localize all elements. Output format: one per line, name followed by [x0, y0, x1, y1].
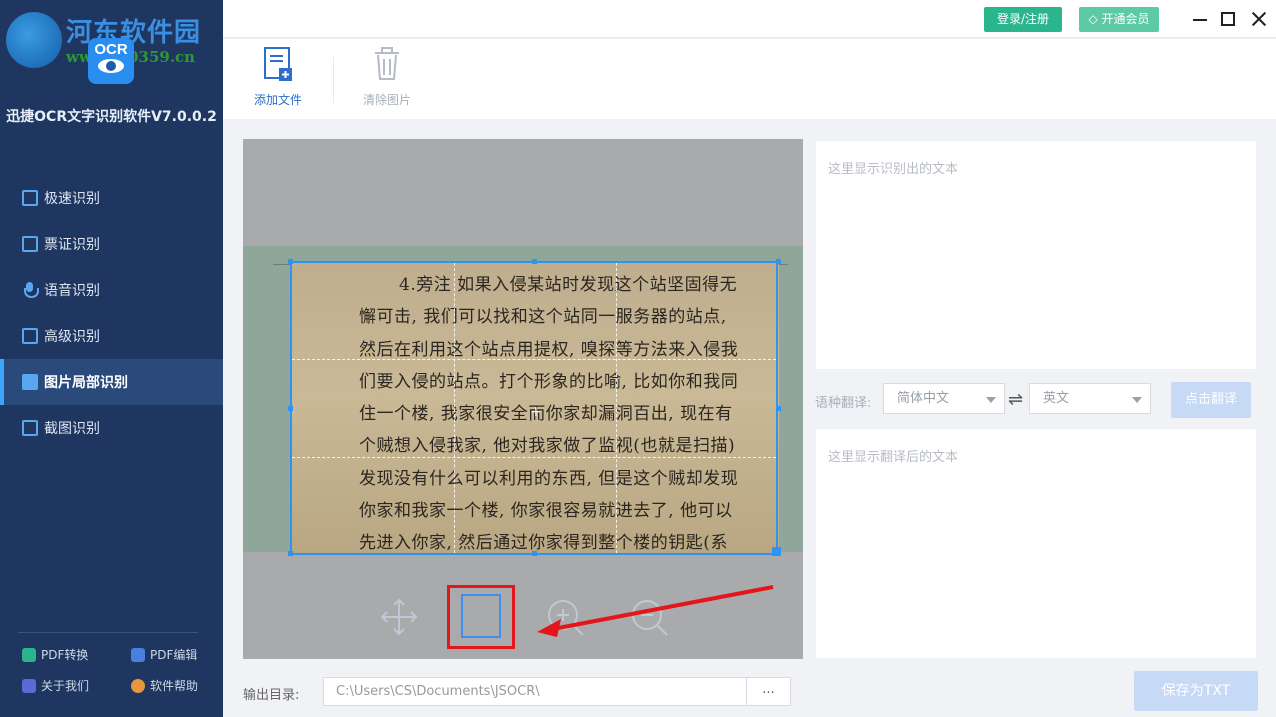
vip-button[interactable]: ◇ 开通会员 — [1079, 7, 1159, 32]
close-button[interactable] — [1250, 10, 1268, 28]
toolbar-divider — [333, 57, 334, 103]
resize-handle[interactable] — [776, 406, 781, 411]
pdf-edit-icon — [131, 647, 145, 662]
annotation-arrow — [537, 585, 774, 637]
nav-item-ticket[interactable]: 票证识别 — [0, 221, 223, 267]
add-file-label: 添加文件 — [253, 93, 302, 107]
output-dir-label: 输出目录: — [243, 688, 300, 703]
nav-item-image-partial[interactable]: 图片局部识别 — [0, 359, 223, 405]
title-bar: 登录/注册 ◇ 开通会员 — [223, 0, 1276, 38]
chevron-down-icon — [1132, 397, 1142, 403]
source-language-select[interactable]: 简体中文 — [883, 383, 1005, 414]
maximize-button[interactable] — [1221, 12, 1235, 26]
vip-label: 开通会员 — [1101, 12, 1150, 26]
resize-handle[interactable] — [772, 547, 781, 556]
sidebar: 河东软件园 www.pc0359.cn OCR 迅捷OCR文字识别软件V7.0.… — [0, 0, 223, 717]
pdf-convert-link[interactable]: PDF转换 — [22, 646, 88, 663]
resize-handle[interactable] — [288, 259, 293, 264]
grid-line — [292, 457, 776, 458]
save-txt-button[interactable]: 保存为TXT — [1134, 671, 1258, 711]
minimize-button[interactable] — [1191, 10, 1209, 28]
swap-icon[interactable]: ⇌ — [1008, 389, 1023, 410]
app-logo: OCR — [88, 38, 134, 84]
footer-label: PDF编辑 — [150, 648, 198, 662]
clear-image-button[interactable]: 清除图片 — [352, 47, 422, 108]
crop-tool-highlight[interactable] — [447, 585, 515, 649]
chevron-down-icon — [986, 397, 996, 403]
about-icon — [22, 678, 36, 693]
image-preview-panel[interactable]: 4.旁注 如果入侵某站时发现这个站坚固得无 懈可击, 我们可以找和这个站同一服务… — [243, 139, 803, 659]
image-icon — [22, 374, 38, 390]
footer-label: 软件帮助 — [150, 679, 199, 693]
footer-label: PDF转换 — [41, 648, 89, 662]
add-file-button[interactable]: 添加文件 — [243, 47, 313, 108]
microphone-icon — [22, 282, 39, 298]
nav-label: 语音识别 — [44, 283, 100, 299]
grid-line — [616, 263, 617, 553]
eye-icon — [98, 59, 124, 73]
sidebar-nav: 极速识别 票证识别 语音识别 高级识别 图片局部识别 截图识别 — [0, 175, 223, 451]
source-language-value: 简体中文 — [897, 391, 950, 406]
nav-item-screenshot[interactable]: 截图识别 — [0, 405, 223, 451]
toolbar: 添加文件 清除图片 — [223, 39, 1276, 119]
app-name: 迅捷OCR文字识别软件V7.0.0.2 — [6, 109, 217, 125]
resize-handle[interactable] — [776, 259, 781, 264]
sidebar-divider — [18, 632, 198, 633]
help-link[interactable]: 软件帮助 — [131, 677, 198, 694]
translate-button[interactable]: 点击翻译 — [1171, 382, 1251, 418]
nav-label: 票证识别 — [44, 237, 100, 253]
crop-icon — [461, 594, 501, 638]
translate-label: 语种翻译: — [815, 396, 872, 411]
resize-handle[interactable] — [288, 406, 293, 411]
nav-item-fast[interactable]: 极速识别 — [0, 175, 223, 221]
add-file-icon — [264, 47, 292, 81]
login-button[interactable]: 登录/注册 — [984, 7, 1062, 32]
nav-item-advanced[interactable]: 高级识别 — [0, 313, 223, 359]
nav-label: 极速识别 — [44, 191, 100, 207]
nav-label: 图片局部识别 — [44, 375, 128, 391]
resize-handle[interactable] — [288, 551, 293, 556]
screenshot-icon — [22, 420, 38, 436]
fast-recognize-icon — [22, 190, 38, 206]
app-logo-text: OCR — [94, 41, 128, 58]
resize-handle[interactable] — [532, 551, 537, 556]
resize-handle[interactable] — [532, 259, 537, 264]
grid-line — [292, 359, 776, 360]
crosshair-icon: + — [530, 404, 542, 420]
browse-button[interactable]: ... — [746, 677, 791, 706]
diamond-icon: ◇ — [1088, 12, 1098, 26]
trash-icon — [375, 47, 399, 80]
clear-image-label: 清除图片 — [362, 93, 411, 107]
move-icon[interactable] — [377, 595, 421, 639]
target-language-select[interactable]: 英文 — [1029, 383, 1151, 414]
output-dir-input[interactable]: C:\Users\CS\Documents\JSOCR\ — [323, 677, 747, 706]
watermark-logo-icon — [6, 12, 62, 68]
nav-label: 截图识别 — [44, 421, 100, 437]
target-language-value: 英文 — [1043, 391, 1070, 406]
pdf-convert-icon — [22, 647, 36, 662]
translate-row: 语种翻译: 简体中文 ⇌ 英文 点击翻译 — [815, 382, 1257, 418]
pdf-edit-link[interactable]: PDF编辑 — [131, 646, 197, 663]
nav-label: 高级识别 — [44, 329, 100, 345]
help-icon — [131, 678, 145, 693]
grid-line — [454, 263, 455, 553]
footer-label: 关于我们 — [41, 679, 90, 693]
advanced-icon — [22, 328, 38, 344]
translation-result-text[interactable]: 这里显示翻译后的文本 — [815, 428, 1257, 659]
ocr-result-text[interactable]: 这里显示识别出的文本 — [815, 140, 1257, 370]
about-link[interactable]: 关于我们 — [22, 677, 89, 694]
selection-box[interactable]: + — [288, 259, 781, 556]
ticket-icon — [22, 236, 38, 252]
nav-item-voice[interactable]: 语音识别 — [0, 267, 223, 313]
